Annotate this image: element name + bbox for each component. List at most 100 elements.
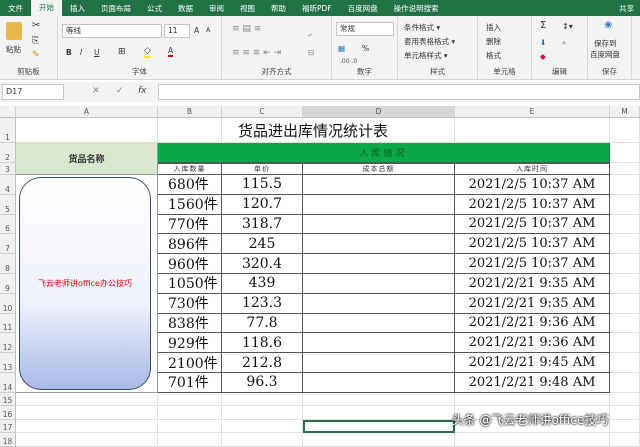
tab-7[interactable]: 视图	[232, 3, 263, 14]
row-header-5[interactable]: 5	[0, 194, 16, 215]
data-cell[interactable]: 2021/2/5 10:37 AM	[455, 175, 610, 195]
paste-icon[interactable]	[6, 22, 22, 40]
tab-10[interactable]: 百度网盘	[340, 3, 386, 14]
tab-8[interactable]: 帮助	[263, 3, 294, 14]
font-name-select[interactable]: 等线	[62, 24, 162, 38]
data-cell[interactable]: 770件	[158, 214, 222, 235]
data-cell[interactable]: 701件	[158, 373, 222, 393]
data-cell[interactable]: 118.6	[222, 333, 303, 354]
cell[interactable]	[158, 406, 222, 420]
cell[interactable]	[303, 433, 455, 447]
data-cell[interactable]: 123.3	[222, 293, 303, 314]
row-header-9[interactable]: 9	[0, 274, 16, 294]
cell[interactable]	[610, 143, 640, 163]
tab-2[interactable]: 插入	[62, 3, 93, 14]
column-header-B[interactable]: B	[158, 106, 222, 118]
data-cell[interactable]	[303, 194, 455, 215]
data-cell[interactable]	[303, 373, 455, 393]
cell[interactable]	[303, 392, 455, 407]
baidu-cloud-icon[interactable]: ❀	[604, 20, 612, 31]
cell[interactable]	[16, 406, 158, 420]
row-header-7[interactable]: 7	[0, 234, 16, 255]
fill-icon[interactable]: ⬇	[540, 38, 546, 47]
tab-0[interactable]: 文件	[0, 3, 31, 14]
data-cell[interactable]: 2021/2/21 9:48 AM	[455, 373, 610, 393]
data-cell[interactable]: 96.3	[222, 373, 303, 393]
row-header-3[interactable]: 3	[0, 163, 16, 175]
data-cell[interactable]: 730件	[158, 293, 222, 314]
cell[interactable]	[16, 392, 158, 407]
cell[interactable]	[158, 433, 222, 447]
cell[interactable]	[610, 254, 640, 274]
cancel-icon[interactable]: ✕	[92, 86, 100, 96]
clear-icon[interactable]: ◆	[540, 52, 546, 61]
cell[interactable]	[222, 392, 303, 407]
cell[interactable]	[222, 419, 303, 434]
autosum-button[interactable]: Σ	[540, 20, 546, 31]
row-header-12[interactable]: 12	[0, 333, 16, 354]
data-cell[interactable]: 960件	[158, 254, 222, 274]
data-cell[interactable]	[303, 333, 455, 354]
conditional-format-button[interactable]: 条件格式 ▾	[404, 22, 440, 33]
row-header-16[interactable]: 16	[0, 406, 16, 420]
row-header-17[interactable]: 17	[0, 419, 16, 434]
row-header-15[interactable]: 15	[0, 392, 16, 407]
insert-cells-button[interactable]: 插入	[486, 22, 501, 33]
data-cell[interactable]	[303, 293, 455, 314]
cell[interactable]	[222, 406, 303, 420]
data-cell[interactable]: 120.7	[222, 194, 303, 215]
decimal-icon[interactable]: .00 .0	[340, 58, 357, 65]
format-as-table-button[interactable]: 套用表格格式 ▾	[404, 36, 455, 47]
data-cell[interactable]: 2100件	[158, 353, 222, 373]
cell[interactable]	[610, 194, 640, 215]
column-header-C[interactable]: C	[222, 106, 303, 118]
cell[interactable]	[610, 274, 640, 294]
row-header-10[interactable]: 10	[0, 293, 16, 314]
data-cell[interactable]: 115.5	[222, 175, 303, 195]
percent-button[interactable]: %	[362, 44, 369, 53]
data-cell[interactable]: 1050件	[158, 274, 222, 294]
format-painter-icon[interactable]: ✎	[32, 50, 40, 60]
row-header-13[interactable]: 13	[0, 353, 16, 373]
fill-color-icon[interactable]: ◇	[144, 46, 151, 58]
cell[interactable]	[16, 419, 158, 434]
data-cell[interactable]	[303, 175, 455, 195]
border-icon[interactable]: ⊞	[118, 47, 126, 57]
row-header-4[interactable]: 4	[0, 175, 16, 195]
data-cell[interactable]: 1560件	[158, 194, 222, 215]
data-cell[interactable]: 77.8	[222, 313, 303, 334]
data-cell[interactable]: 2021/2/5 10:37 AM	[455, 214, 610, 235]
data-cell[interactable]: 212.8	[222, 353, 303, 373]
data-cell[interactable]: 680件	[158, 175, 222, 195]
cell[interactable]	[610, 163, 640, 175]
cell[interactable]	[222, 433, 303, 447]
format-cells-button[interactable]: 格式	[486, 50, 501, 61]
save-to-baidu-line1[interactable]: 保存到	[594, 38, 617, 49]
bold-button[interactable]: B	[66, 48, 72, 57]
currency-icon[interactable]: ▦	[338, 44, 345, 53]
formula-input[interactable]	[158, 84, 640, 100]
share-button[interactable]: 共享	[611, 3, 640, 14]
data-cell[interactable]: 318.7	[222, 214, 303, 235]
align-left-icon[interactable]: ≡ ≡ ≡ ⇤ ⇥	[232, 48, 281, 58]
data-cell[interactable]	[303, 234, 455, 255]
row-header-8[interactable]: 8	[0, 254, 16, 274]
find-icon[interactable]: ⌕	[562, 38, 566, 48]
font-size-select[interactable]: 11	[164, 24, 190, 38]
merge-icon[interactable]: ⊟	[308, 48, 314, 57]
row-header-6[interactable]: 6	[0, 214, 16, 235]
tab-1[interactable]: 开始	[31, 0, 62, 16]
tab-9[interactable]: 福昕PDF	[294, 3, 340, 14]
sort-filter-icon[interactable]: ↕▾	[562, 22, 573, 31]
data-cell[interactable]: 2021/2/21 9:36 AM	[455, 313, 610, 334]
row-header-1[interactable]: 1	[0, 118, 16, 143]
cell[interactable]	[610, 392, 640, 407]
data-cell[interactable]: 2021/2/21 9:45 AM	[455, 353, 610, 373]
corner-select-all[interactable]	[0, 106, 16, 118]
paste-button[interactable]: 粘贴	[6, 44, 21, 55]
cell[interactable]	[16, 433, 158, 447]
data-cell[interactable]	[303, 274, 455, 294]
data-cell[interactable]: 245	[222, 234, 303, 255]
column-header-D[interactable]: D	[303, 106, 455, 118]
cell[interactable]	[158, 392, 222, 407]
